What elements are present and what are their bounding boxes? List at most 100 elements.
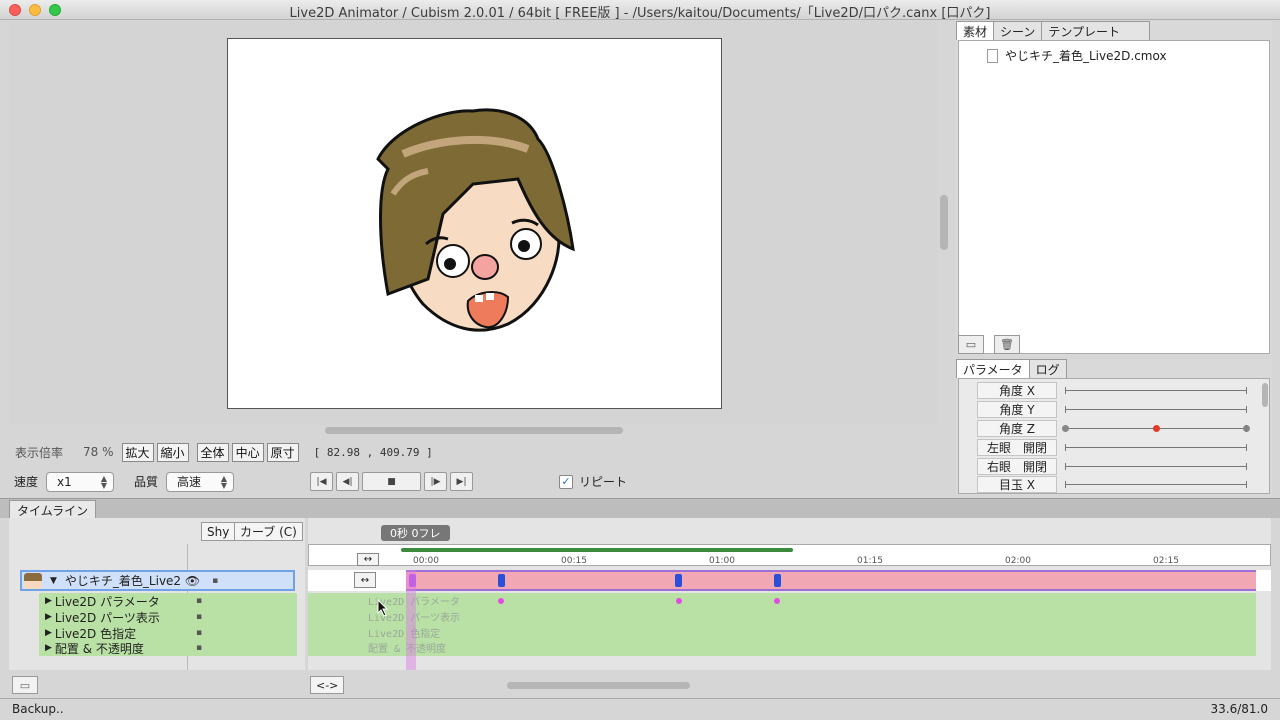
mouse-cursor-icon [377,599,389,617]
tab-scene[interactable]: シーン [993,21,1043,40]
chevron-right-icon[interactable]: ▶ [45,612,52,622]
center-button[interactable]: 中心 [231,442,264,462]
param-name: 角度 X [977,382,1057,399]
work-area-bar[interactable] [401,548,793,552]
track-row[interactable]: Live2D 色指定 [308,625,1256,641]
zoom-in-button[interactable]: 拡大 [121,442,154,462]
stage[interactable] [227,38,722,409]
status-right: 33.6/81.0 [1210,702,1268,716]
tab-log[interactable]: ログ [1028,359,1067,378]
tab-materials[interactable]: 素材 [956,21,995,40]
canvas-vertical-scrollbar[interactable] [940,195,948,250]
curve-button[interactable]: カーブ (C) [234,522,303,541]
updown-arrows-icon: ▲ ▼ [100,473,108,490]
keyframe[interactable] [774,574,781,587]
quality-label: 品質 [134,475,159,489]
track-label: Live2D 色指定 [368,629,441,640]
canvas-horizontal-scrollbar[interactable] [325,427,623,434]
param-slider[interactable] [1065,406,1247,413]
sublayer-row[interactable]: ▶ Live2D パーツ表示 ▪ [39,609,297,625]
step-forward-icon[interactable]: |▶ [424,472,448,491]
shy-button[interactable]: Shy [201,522,236,541]
zoom-label: 表示倍率 [15,445,64,460]
root-track[interactable] [406,570,1256,591]
timeline-horizontal-scrollbar[interactable] [507,682,690,689]
repeat-checkbox[interactable]: ✓ [559,474,574,489]
sublayer-row[interactable]: ▶ Live2D パラメータ ▪ [39,593,297,609]
fit-width-icon[interactable]: ↔ [357,553,379,566]
folder-icon[interactable]: ▭ [958,335,984,354]
slider-thumb[interactable] [1153,425,1160,432]
materials-toolbar: ▭ 🗑 [958,335,1030,355]
timeline-track-panel: 0秒 0フレ 00:00 00:15 01:00 01:15 02:00 02:… [308,518,1271,670]
root-track-row[interactable]: ↔ [308,570,1271,591]
speed-label: 速度 [14,475,39,489]
fit-all-button[interactable]: 全体 [196,442,229,462]
keyframe[interactable] [675,574,682,587]
keyframe[interactable] [498,574,505,587]
timeline-layer-panel: Shy カーブ (C) ▼ やじキチ_着色_Live2D 👁 ▪ ▶ Live2D… [9,518,305,670]
go-to-end-icon[interactable]: ▶| [450,472,474,491]
track-row[interactable]: 配置 & 不透明度 [308,640,1256,656]
param-slider[interactable] [1065,387,1247,394]
parameter-scrollbar[interactable] [1262,383,1268,407]
scroll-toggle-button[interactable]: <-> [310,676,345,694]
track-row[interactable]: Live2D パーツ表示 [308,609,1256,625]
canvas-area[interactable] [9,21,937,425]
keyframe-dot[interactable] [774,598,780,604]
parameter-panel: パラメータ ログ 角度 X 角度 Y 角度 Z 左眼 開閉 右眼 開閉 目玉 X [956,359,1272,495]
trash-icon[interactable]: 🗑 [994,335,1020,354]
tab-template[interactable]: テンプレート [1041,21,1151,40]
param-name: 角度 Y [977,401,1057,418]
root-layer-row[interactable]: ▼ やじキチ_着色_Live2D 👁 ▪ [20,570,295,591]
step-back-icon[interactable]: ◀| [336,472,360,491]
keyframe-dot[interactable] [498,598,504,604]
speed-select[interactable]: x1 ▲ ▼ [46,471,115,492]
dot-icon: ▪ [196,596,203,606]
quality-value: 高速 [177,475,202,489]
param-slider[interactable] [1065,444,1247,451]
list-item[interactable]: やじキチ_着色_Live2D.cmox [987,47,1167,64]
quality-select[interactable]: 高速 ▲ ▼ [166,471,235,492]
param-slider[interactable] [1065,481,1247,488]
sublayer-row[interactable]: ▶ 配置 & 不透明度 ▪ [39,640,297,656]
ruler-tick: 01:15 [857,556,883,566]
materials-panel: 素材 シーン テンプレート やじキチ_着色_Live2D.cmox [956,21,1272,355]
chevron-right-icon[interactable]: ▶ [45,643,52,653]
param-slider[interactable] [1062,425,1250,432]
repeat-label: リピート [579,475,628,489]
fit-width-icon[interactable]: ↔ [354,572,376,588]
stop-icon[interactable]: ■ [362,472,422,491]
ruler-tick: 00:00 [413,556,439,566]
go-to-start-icon[interactable]: |◀ [310,472,334,491]
dot-icon: ▪ [212,575,219,586]
playhead-line[interactable] [406,570,416,670]
chevron-right-icon[interactable]: ▶ [45,628,52,638]
param-row: 角度 Z [959,420,1259,438]
actual-size-button[interactable]: 原寸 [266,442,299,462]
timeline-header: タイムライン [0,498,1280,519]
folder-icon[interactable]: ▭ [12,676,38,694]
param-slider[interactable] [1065,463,1247,470]
track-row[interactable]: Live2D パラメータ [308,593,1256,609]
timeline-ruler[interactable]: 00:00 00:15 01:00 01:15 02:00 02:15 [308,544,1271,566]
chevron-right-icon[interactable]: ▶ [45,596,52,606]
parameter-list: 角度 X 角度 Y 角度 Z 左眼 開閉 右眼 開閉 目玉 X [958,378,1270,494]
dot-icon: ▪ [196,643,203,653]
materials-list[interactable]: やじキチ_着色_Live2D.cmox [958,40,1270,354]
keyframe-dot[interactable] [676,598,682,604]
param-name: 目玉 X [977,476,1057,493]
ruler-tick: 01:00 [709,556,735,566]
param-row: 目玉 X [959,476,1259,494]
chevron-down-icon[interactable]: ▼ [50,576,57,586]
zoom-out-button[interactable]: 縮小 [156,442,189,462]
material-file-name: やじキチ_着色_Live2D.cmox [1005,49,1167,63]
ruler-tick: 02:00 [1005,556,1031,566]
param-row: 角度 Y [959,401,1259,419]
character-face-image [376,108,575,332]
eye-icon[interactable]: 👁 [185,574,200,588]
tab-timeline[interactable]: タイムライン [9,500,97,519]
param-name: 角度 Z [977,420,1057,437]
ruler-tick: 00:15 [561,556,587,566]
tab-parameters[interactable]: パラメータ [956,359,1030,378]
